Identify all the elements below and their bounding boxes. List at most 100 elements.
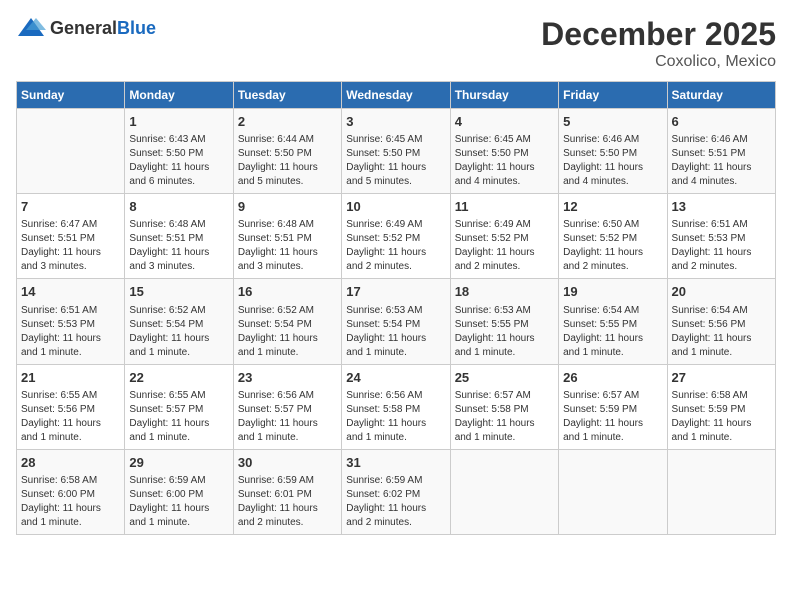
day-info: Sunrise: 6:55 AM Sunset: 5:57 PM Dayligh… xyxy=(129,389,228,445)
header: GeneralBlue December 2025 Coxolico, Mexi… xyxy=(16,16,776,71)
day-cell: 10Sunrise: 6:49 AM Sunset: 5:52 PM Dayli… xyxy=(342,194,450,279)
day-info: Sunrise: 6:52 AM Sunset: 5:54 PM Dayligh… xyxy=(129,304,228,360)
header-row: SundayMondayTuesdayWednesdayThursdayFrid… xyxy=(17,82,776,109)
header-cell-thursday: Thursday xyxy=(450,82,558,109)
day-number: 18 xyxy=(455,283,554,301)
day-number: 25 xyxy=(455,369,554,387)
day-number: 26 xyxy=(563,369,662,387)
week-row-5: 28 Sunrise: 6:58 AM Sunset: 6:00 PM Dayli… xyxy=(17,449,776,534)
day-number: 9 xyxy=(238,198,337,216)
day-cell: 15 Sunrise: 6:52 AM Sunset: 5:54 PM Dayli… xyxy=(125,279,233,364)
day-number: 19 xyxy=(563,283,662,301)
day-cell: 27 Sunrise: 6:58 AM Sunset: 5:59 PM Dayli… xyxy=(667,364,775,449)
day-cell: 9 Sunrise: 6:48 AM Sunset: 5:51 PM Daylig… xyxy=(233,194,341,279)
day-cell: 25 Sunrise: 6:57 AM Sunset: 5:58 PM Dayli… xyxy=(450,364,558,449)
day-cell: 1Sunrise: 6:43 AM Sunset: 5:50 PM Daylig… xyxy=(125,109,233,194)
day-number: 28 xyxy=(21,454,120,472)
day-number: 14 xyxy=(21,283,120,301)
day-cell: 2 Sunrise: 6:44 AM Sunset: 5:50 PM Daylig… xyxy=(233,109,341,194)
day-info: Sunrise: 6:57 AM Sunset: 5:58 PM Dayligh… xyxy=(455,389,554,445)
day-cell: 29 Sunrise: 6:59 AM Sunset: 6:00 PM Dayli… xyxy=(125,449,233,534)
day-info: Sunrise: 6:45 AM Sunset: 5:50 PM Dayligh… xyxy=(455,133,554,189)
day-info: Sunrise: 6:55 AM Sunset: 5:56 PM Dayligh… xyxy=(21,389,120,445)
day-number: 22 xyxy=(129,369,228,387)
day-info: Sunrise: 6:56 AM Sunset: 5:58 PM Dayligh… xyxy=(346,389,445,445)
day-cell: 26Sunrise: 6:57 AM Sunset: 5:59 PM Dayli… xyxy=(559,364,667,449)
day-cell: 12Sunrise: 6:50 AM Sunset: 5:52 PM Dayli… xyxy=(559,194,667,279)
day-number: 4 xyxy=(455,113,554,131)
day-number: 16 xyxy=(238,283,337,301)
day-number: 3 xyxy=(346,113,445,131)
day-info: Sunrise: 6:49 AM Sunset: 5:52 PM Dayligh… xyxy=(346,218,445,274)
location-title: Coxolico, Mexico xyxy=(541,53,776,71)
day-number: 27 xyxy=(672,369,771,387)
calendar-table: SundayMondayTuesdayWednesdayThursdayFrid… xyxy=(16,81,776,535)
day-info: Sunrise: 6:59 AM Sunset: 6:01 PM Dayligh… xyxy=(238,474,337,530)
day-cell xyxy=(559,449,667,534)
day-info: Sunrise: 6:52 AM Sunset: 5:54 PM Dayligh… xyxy=(238,304,337,360)
day-number: 15 xyxy=(129,283,228,301)
day-cell xyxy=(450,449,558,534)
day-cell: 3 Sunrise: 6:45 AM Sunset: 5:50 PM Daylig… xyxy=(342,109,450,194)
day-info: Sunrise: 6:53 AM Sunset: 5:55 PM Dayligh… xyxy=(455,304,554,360)
day-info: Sunrise: 6:54 AM Sunset: 5:55 PM Dayligh… xyxy=(563,304,662,360)
day-cell: 22 Sunrise: 6:55 AM Sunset: 5:57 PM Dayli… xyxy=(125,364,233,449)
day-info: Sunrise: 6:47 AM Sunset: 5:51 PM Dayligh… xyxy=(21,218,120,274)
day-number: 24 xyxy=(346,369,445,387)
day-cell: 23 Sunrise: 6:56 AM Sunset: 5:57 PM Dayli… xyxy=(233,364,341,449)
header-cell-wednesday: Wednesday xyxy=(342,82,450,109)
day-cell: 20 Sunrise: 6:54 AM Sunset: 5:56 PM Dayli… xyxy=(667,279,775,364)
header-cell-tuesday: Tuesday xyxy=(233,82,341,109)
day-number: 23 xyxy=(238,369,337,387)
day-info: Sunrise: 6:44 AM Sunset: 5:50 PM Dayligh… xyxy=(238,133,337,189)
day-number: 1 xyxy=(129,113,228,131)
day-info: Sunrise: 6:46 AM Sunset: 5:50 PM Dayligh… xyxy=(563,133,662,189)
day-number: 2 xyxy=(238,113,337,131)
day-cell: 7 Sunrise: 6:47 AM Sunset: 5:51 PM Daylig… xyxy=(17,194,125,279)
week-row-4: 21Sunrise: 6:55 AM Sunset: 5:56 PM Dayli… xyxy=(17,364,776,449)
logo: GeneralBlue xyxy=(16,16,156,40)
day-number: 20 xyxy=(672,283,771,301)
week-row-1: 1Sunrise: 6:43 AM Sunset: 5:50 PM Daylig… xyxy=(17,109,776,194)
logo-general: General xyxy=(50,18,117,38)
day-number: 30 xyxy=(238,454,337,472)
day-cell xyxy=(17,109,125,194)
day-cell: 14 Sunrise: 6:51 AM Sunset: 5:53 PM Dayli… xyxy=(17,279,125,364)
day-number: 12 xyxy=(563,198,662,216)
day-cell: 13Sunrise: 6:51 AM Sunset: 5:53 PM Dayli… xyxy=(667,194,775,279)
day-info: Sunrise: 6:46 AM Sunset: 5:51 PM Dayligh… xyxy=(672,133,771,189)
day-cell: 11Sunrise: 6:49 AM Sunset: 5:52 PM Dayli… xyxy=(450,194,558,279)
day-cell: 5 Sunrise: 6:46 AM Sunset: 5:50 PM Daylig… xyxy=(559,109,667,194)
day-info: Sunrise: 6:58 AM Sunset: 6:00 PM Dayligh… xyxy=(21,474,120,530)
day-cell: 19 Sunrise: 6:54 AM Sunset: 5:55 PM Dayli… xyxy=(559,279,667,364)
day-number: 17 xyxy=(346,283,445,301)
day-info: Sunrise: 6:48 AM Sunset: 5:51 PM Dayligh… xyxy=(129,218,228,274)
day-number: 7 xyxy=(21,198,120,216)
day-info: Sunrise: 6:51 AM Sunset: 5:53 PM Dayligh… xyxy=(21,304,120,360)
header-cell-monday: Monday xyxy=(125,82,233,109)
logo-icon xyxy=(16,16,46,40)
day-cell: 4 Sunrise: 6:45 AM Sunset: 5:50 PM Daylig… xyxy=(450,109,558,194)
day-cell: 24 Sunrise: 6:56 AM Sunset: 5:58 PM Dayli… xyxy=(342,364,450,449)
day-cell: 30 Sunrise: 6:59 AM Sunset: 6:01 PM Dayli… xyxy=(233,449,341,534)
day-info: Sunrise: 6:45 AM Sunset: 5:50 PM Dayligh… xyxy=(346,133,445,189)
title-area: December 2025 Coxolico, Mexico xyxy=(541,16,776,71)
day-number: 5 xyxy=(563,113,662,131)
day-info: Sunrise: 6:53 AM Sunset: 5:54 PM Dayligh… xyxy=(346,304,445,360)
day-number: 31 xyxy=(346,454,445,472)
day-number: 11 xyxy=(455,198,554,216)
day-cell: 6Sunrise: 6:46 AM Sunset: 5:51 PM Daylig… xyxy=(667,109,775,194)
day-info: Sunrise: 6:51 AM Sunset: 5:53 PM Dayligh… xyxy=(672,218,771,274)
day-info: Sunrise: 6:56 AM Sunset: 5:57 PM Dayligh… xyxy=(238,389,337,445)
header-cell-sunday: Sunday xyxy=(17,82,125,109)
day-info: Sunrise: 6:59 AM Sunset: 6:02 PM Dayligh… xyxy=(346,474,445,530)
day-info: Sunrise: 6:48 AM Sunset: 5:51 PM Dayligh… xyxy=(238,218,337,274)
day-info: Sunrise: 6:59 AM Sunset: 6:00 PM Dayligh… xyxy=(129,474,228,530)
day-number: 29 xyxy=(129,454,228,472)
day-cell: 28 Sunrise: 6:58 AM Sunset: 6:00 PM Dayli… xyxy=(17,449,125,534)
day-info: Sunrise: 6:54 AM Sunset: 5:56 PM Dayligh… xyxy=(672,304,771,360)
month-title: December 2025 xyxy=(541,16,776,53)
day-cell xyxy=(667,449,775,534)
day-info: Sunrise: 6:58 AM Sunset: 5:59 PM Dayligh… xyxy=(672,389,771,445)
header-cell-friday: Friday xyxy=(559,82,667,109)
